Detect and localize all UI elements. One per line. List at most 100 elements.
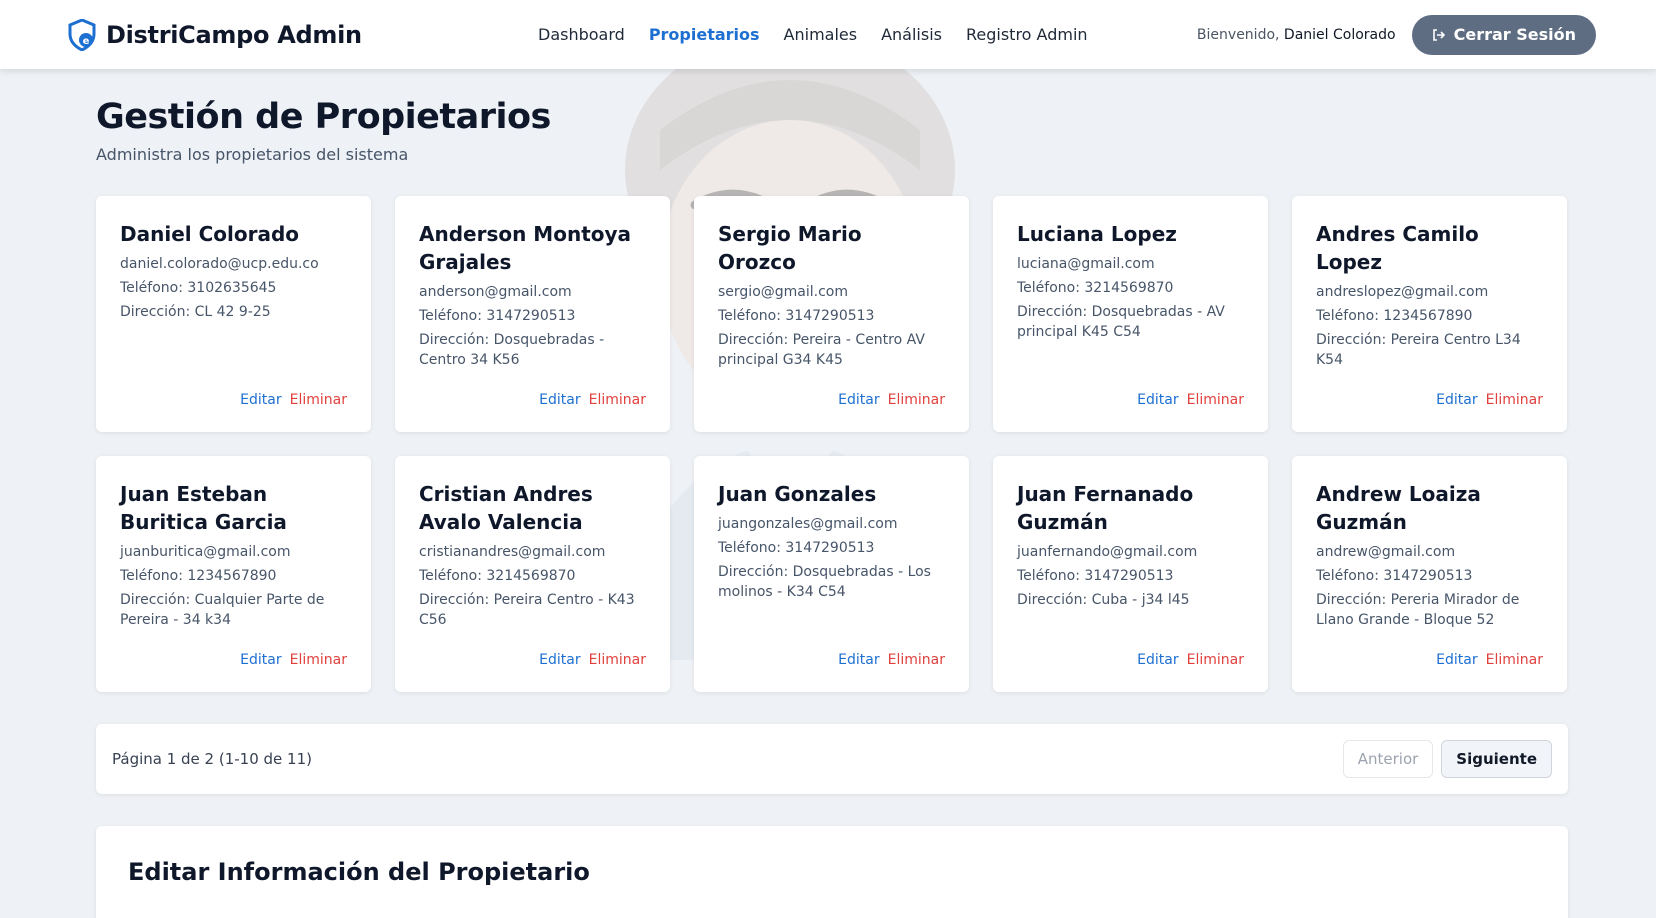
owner-card: Daniel Colorado daniel.colorado@ucp.edu.… — [96, 196, 371, 433]
owner-card: Juan Esteban Buritica Garcia juanburitic… — [96, 456, 371, 693]
logout-label: Cerrar Sesión — [1453, 25, 1576, 44]
delete-button[interactable]: Eliminar — [888, 652, 945, 668]
owner-address: Dirección: Pereira - Centro AV principal… — [718, 332, 925, 369]
owner-card: Andrew Loaiza Guzmán andrew@gmail.com Te… — [1292, 456, 1567, 693]
owner-address: Dirección: CL 42 9-25 — [120, 304, 271, 321]
edit-button[interactable]: Editar — [1436, 392, 1477, 408]
main-content: Gestión de Propietarios Administra los p… — [0, 69, 1656, 918]
card-actions: Editar Eliminar — [1436, 392, 1543, 408]
welcome-text: Bienvenido, Daniel Colorado — [1197, 27, 1396, 43]
owner-address: Dirección: Dosquebradas - Centro 34 K56 — [419, 332, 605, 369]
pagination-buttons: Anterior Siguiente — [1342, 740, 1552, 779]
card-actions: Editar Eliminar — [1137, 392, 1244, 408]
logout-button[interactable]: Cerrar Sesión — [1411, 14, 1596, 55]
owner-address: Dirección: Dosquebradas - AV principal K… — [1017, 304, 1225, 341]
delete-button[interactable]: Eliminar — [589, 652, 646, 668]
edit-button[interactable]: Editar — [1137, 652, 1178, 668]
owner-address: Dirección: Cuba - j34 l45 — [1017, 592, 1190, 609]
delete-button[interactable]: Eliminar — [888, 392, 945, 408]
welcome-user-name: Daniel Colorado — [1283, 26, 1396, 43]
edit-button[interactable]: Editar — [838, 652, 879, 668]
owner-phone: Teléfono: 3147290513 — [718, 540, 875, 557]
card-actions: Editar Eliminar — [1436, 652, 1543, 668]
page-title: Gestión de Propietarios — [96, 97, 551, 137]
nav-analisis[interactable]: Análisis — [881, 25, 942, 44]
owner-name: Juan Esteban Buritica Garcia — [120, 482, 287, 535]
brand-name: DistriCampo Admin — [106, 20, 362, 49]
top-navbar: e DistriCampo Admin Dashboard Propietari… — [0, 0, 1656, 69]
owner-name: Juan Gonzales — [718, 482, 877, 507]
owner-name: Cristian Andres Avalo Valencia — [419, 482, 593, 535]
owner-card: Luciana Lopez luciana@gmail.com Teléfono… — [993, 196, 1268, 433]
card-actions: Editar Eliminar — [838, 392, 945, 408]
owner-name: Andres Camilo Lopez — [1316, 222, 1479, 275]
owner-email: juanfernando@gmail.com — [1017, 544, 1198, 561]
owner-email: luciana@gmail.com — [1017, 256, 1155, 273]
owner-email: juangonzales@gmail.com — [718, 516, 898, 533]
card-actions: Editar Eliminar — [240, 652, 347, 668]
nav-links: Dashboard Propietarios Animales Análisis… — [538, 25, 1088, 44]
edit-button[interactable]: Editar — [1436, 652, 1477, 668]
edit-button[interactable]: Editar — [838, 392, 879, 408]
delete-button[interactable]: Eliminar — [290, 392, 347, 408]
nav-animales[interactable]: Animales — [784, 25, 858, 44]
owner-email: cristianandres@gmail.com — [419, 544, 606, 561]
owner-phone: Teléfono: 3147290513 — [718, 308, 875, 325]
owner-phone: Teléfono: 3214569870 — [1017, 280, 1174, 297]
previous-page-button[interactable]: Anterior — [1342, 740, 1434, 779]
owner-name: Luciana Lopez — [1017, 222, 1177, 247]
owner-phone: Teléfono: 1234567890 — [120, 568, 277, 585]
owner-name: Andrew Loaiza Guzmán — [1316, 482, 1481, 535]
owner-email: andrew@gmail.com — [1316, 544, 1456, 561]
owner-phone: Teléfono: 3214569870 — [419, 568, 576, 585]
owner-name: Juan Fernanado Guzmán — [1017, 482, 1194, 535]
delete-button[interactable]: Eliminar — [1486, 392, 1543, 408]
brand[interactable]: e DistriCampo Admin — [68, 18, 508, 51]
delete-button[interactable]: Eliminar — [1187, 652, 1244, 668]
owner-card: Juan Gonzales juangonzales@gmail.com Tel… — [694, 456, 969, 693]
owner-address: Dirección: Pereira Centro - K43 C56 — [419, 592, 635, 629]
delete-button[interactable]: Eliminar — [290, 652, 347, 668]
owner-address: Dirección: Dosquebradas - Los molinos - … — [718, 564, 931, 601]
pagination-info: Página 1 de 2 (1-10 de 11) — [112, 750, 312, 769]
card-actions: Editar Eliminar — [1137, 652, 1244, 668]
svg-text:e: e — [83, 36, 90, 47]
owner-address: Dirección: Cualquier Parte de Pereira - … — [120, 592, 325, 629]
edit-button[interactable]: Editar — [240, 392, 281, 408]
edit-panel-title: Editar Información del Propietario — [128, 858, 590, 887]
owner-address: Dirección: Pereria Mirador de Llano Gran… — [1316, 592, 1520, 629]
logout-icon — [1432, 28, 1445, 41]
next-page-button[interactable]: Siguiente — [1441, 740, 1552, 779]
owner-phone: Teléfono: 3147290513 — [1316, 568, 1473, 585]
owner-name: Anderson Montoya Grajales — [419, 222, 632, 275]
card-actions: Editar Eliminar — [539, 392, 646, 408]
owner-email: daniel.colorado@ucp.edu.co — [120, 256, 319, 273]
delete-button[interactable]: Eliminar — [589, 392, 646, 408]
owner-card: Sergio Mario Orozco sergio@gmail.com Tel… — [694, 196, 969, 433]
nav-registro-admin[interactable]: Registro Admin — [966, 25, 1088, 44]
owners-grid: Daniel Colorado daniel.colorado@ucp.edu.… — [96, 196, 1656, 693]
owner-email: andreslopez@gmail.com — [1316, 284, 1489, 301]
card-actions: Editar Eliminar — [240, 392, 347, 408]
nav-dashboard[interactable]: Dashboard — [538, 25, 625, 44]
owner-phone: Teléfono: 3147290513 — [1017, 568, 1174, 585]
owner-address: Dirección: Pereira Centro L34 K54 — [1316, 332, 1521, 369]
card-actions: Editar Eliminar — [539, 652, 646, 668]
owner-phone: Teléfono: 3147290513 — [419, 308, 576, 325]
shield-logo-icon: e — [68, 18, 96, 51]
nav-propietarios[interactable]: Propietarios — [649, 25, 760, 44]
edit-button[interactable]: Editar — [1137, 392, 1178, 408]
edit-button[interactable]: Editar — [539, 392, 580, 408]
edit-button[interactable]: Editar — [240, 652, 281, 668]
delete-button[interactable]: Eliminar — [1486, 652, 1543, 668]
owner-phone: Teléfono: 3102635645 — [120, 280, 277, 297]
owner-name: Daniel Colorado — [120, 222, 300, 247]
edit-button[interactable]: Editar — [539, 652, 580, 668]
owner-card: Juan Fernanado Guzmán juanfernando@gmail… — [993, 456, 1268, 693]
owner-email: juanburitica@gmail.com — [120, 544, 291, 561]
delete-button[interactable]: Eliminar — [1187, 392, 1244, 408]
page-subtitle: Administra los propietarios del sistema — [96, 145, 409, 165]
edit-owner-panel: Editar Información del Propietario — [96, 826, 1568, 918]
owner-email: sergio@gmail.com — [718, 284, 848, 301]
owner-card: Cristian Andres Avalo Valencia cristiana… — [395, 456, 670, 693]
